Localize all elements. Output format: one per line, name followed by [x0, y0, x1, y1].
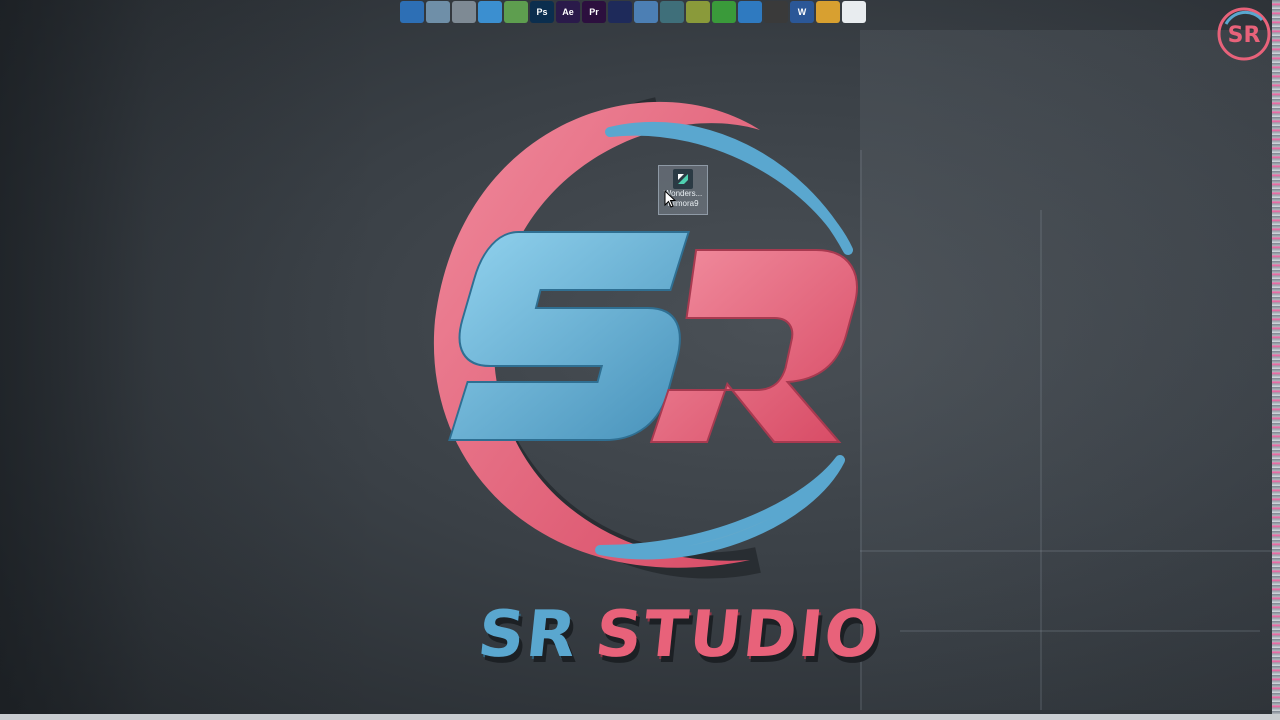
mouse-cursor-icon — [664, 190, 676, 208]
browser-icon[interactable] — [478, 1, 502, 23]
glass-reflection — [860, 30, 1280, 710]
drive-icon[interactable] — [738, 1, 762, 23]
filmora-icon — [673, 169, 693, 189]
document-icon[interactable] — [842, 1, 866, 23]
record-icon[interactable] — [764, 1, 788, 23]
photoshop-icon[interactable]: Ps — [530, 1, 554, 23]
network-icon[interactable] — [504, 1, 528, 23]
settings-icon[interactable] — [660, 1, 684, 23]
after-effects-icon[interactable]: Ae — [556, 1, 580, 23]
cube-icon[interactable] — [686, 1, 710, 23]
word-icon[interactable]: W — [790, 1, 814, 23]
green-app-icon[interactable] — [712, 1, 736, 23]
wordmark-sr: SR — [474, 598, 582, 672]
recycle-bin-icon[interactable] — [426, 1, 450, 23]
computer-icon[interactable] — [400, 1, 424, 23]
studio-wordmark: SR STUDIO — [474, 598, 885, 678]
sr-logo-emblem — [433, 97, 858, 579]
windows-icon[interactable] — [816, 1, 840, 23]
channel-badge-logo: SR — [1217, 7, 1271, 61]
screen-edge-artifact — [1272, 0, 1280, 720]
wordmark-studio: STUDIO — [591, 598, 885, 672]
premiere-icon[interactable]: Pr — [582, 1, 606, 23]
media-encoder-icon[interactable] — [608, 1, 632, 23]
quick-launch-toolbar: Ps Ae Pr W — [400, 0, 866, 24]
printer-icon[interactable] — [452, 1, 476, 23]
channel-badge-text: SR — [1228, 23, 1261, 48]
taskbar-edge — [0, 714, 1280, 720]
app-circle-icon[interactable] — [634, 1, 658, 23]
